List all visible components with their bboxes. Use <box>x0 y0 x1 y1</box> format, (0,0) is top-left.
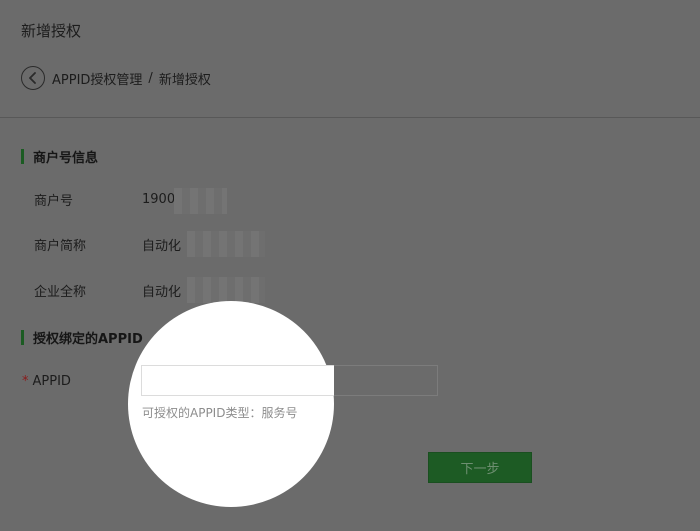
merchant-short-name-label: 商户简称 <box>34 238 87 254</box>
merchant-short-name-row: 商户简称 自动化 <box>34 230 334 257</box>
appid-type-hint: 可授权的APPID类型：服务号 <box>142 406 298 420</box>
header-divider <box>0 117 700 118</box>
merchant-short-name-text: 自动化 <box>142 238 182 254</box>
merchant-id-label: 商户号 <box>34 193 74 209</box>
merchant-id-value: 1900 <box>142 187 227 214</box>
appid-field-label: * APPID <box>22 370 71 392</box>
next-step-button[interactable]: 下一步 <box>428 452 532 483</box>
redaction-mosaic <box>187 276 265 303</box>
breadcrumb: APPID授权管理 / 新增授权 <box>21 65 211 91</box>
page-title: 新增授权 <box>21 22 82 40</box>
appid-section-title: 授权绑定的APPID <box>21 330 143 347</box>
back-icon[interactable] <box>21 66 45 90</box>
breadcrumb-current: 新增授权 <box>158 72 211 88</box>
company-full-name-label: 企业全称 <box>34 284 87 300</box>
merchant-section-title: 商户号信息 <box>21 149 99 166</box>
section-accent-bar <box>21 330 24 345</box>
company-full-name-row: 企业全称 自动化 <box>34 276 334 303</box>
company-full-name-value: 自动化 <box>142 276 265 303</box>
appid-label-text: APPID <box>32 373 71 389</box>
section-accent-bar <box>21 149 24 164</box>
appid-section-title-text: 授权绑定的APPID <box>33 332 143 347</box>
appid-input[interactable] <box>141 365 334 396</box>
company-full-name-text: 自动化 <box>142 284 182 300</box>
breadcrumb-parent-link[interactable]: APPID授权管理 <box>52 69 142 88</box>
chevron-left-icon <box>29 72 36 84</box>
merchant-id-row: 商户号 1900 <box>34 187 334 214</box>
redaction-mosaic <box>187 230 265 257</box>
redaction-mosaic <box>174 187 227 214</box>
merchant-id-text: 1900 <box>142 191 176 207</box>
breadcrumb-separator: / <box>148 70 153 86</box>
merchant-section-title-text: 商户号信息 <box>33 151 99 166</box>
merchant-short-name-value: 自动化 <box>142 230 265 257</box>
required-mark: * <box>22 373 29 389</box>
